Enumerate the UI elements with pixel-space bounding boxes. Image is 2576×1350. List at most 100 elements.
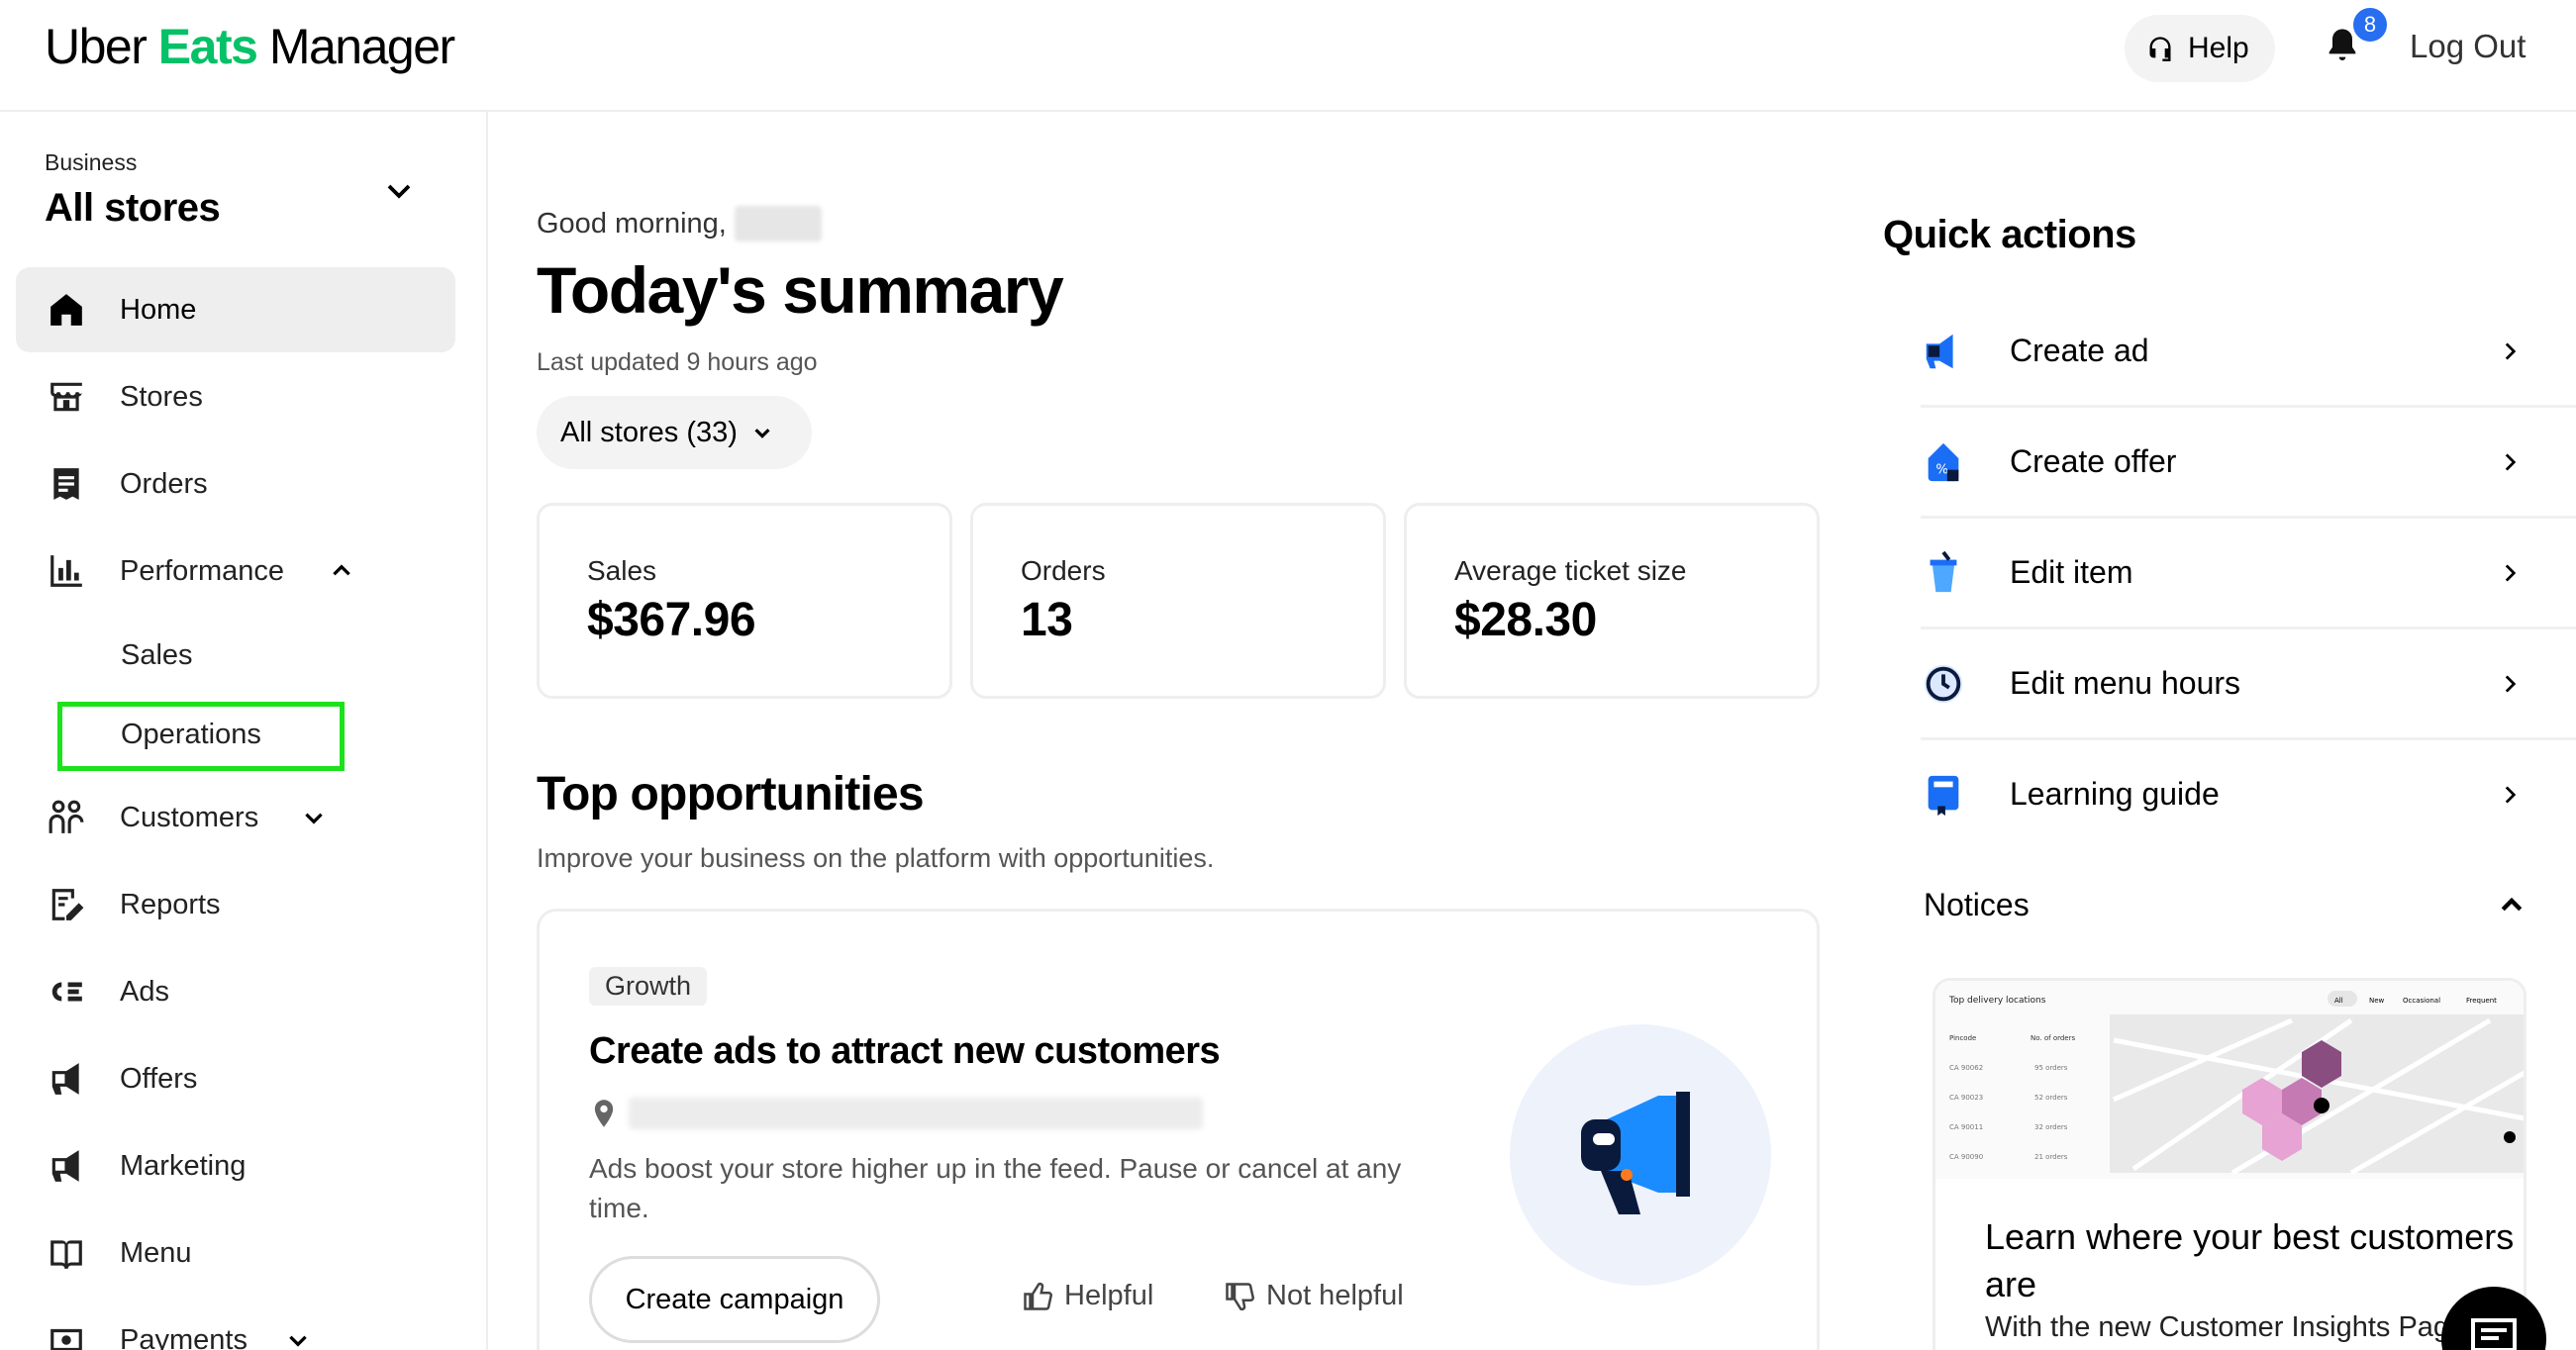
bar-chart-icon — [50, 555, 82, 587]
last-updated-text: Last updated 9 hours ago — [537, 348, 818, 376]
logout-link[interactable]: Log Out — [2410, 28, 2526, 65]
logo-uber-text: Uber — [45, 19, 148, 74]
megaphone-illustration — [1510, 1024, 1771, 1286]
map-tab-occasional: Occasional — [2403, 997, 2440, 1005]
svg-text:%: % — [1935, 463, 1948, 478]
greeting-text: Good morning, — [537, 208, 727, 240]
avg-ticket-summary-card[interactable]: Average ticket size $28.30 — [1404, 503, 1820, 699]
chevron-right-icon — [2505, 786, 2517, 804]
thumbs-down-icon — [1226, 1282, 1254, 1310]
logo-manager-text: Manager — [268, 19, 455, 74]
not-helpful-button[interactable]: Not helpful — [1225, 1280, 1404, 1312]
marketing-icon — [51, 1150, 79, 1182]
sidebar-item-offers[interactable]: Offers — [16, 1036, 455, 1121]
notices-title: Notices — [1924, 887, 2030, 922]
location-pin-icon — [594, 1100, 614, 1127]
chevron-right-icon — [2505, 675, 2517, 693]
notification-badge: 8 — [2350, 5, 2390, 45]
map-tab-all: All — [2334, 997, 2343, 1005]
helpful-button[interactable]: Helpful — [1023, 1280, 1153, 1312]
top-opportunities-title: Top opportunities — [537, 768, 925, 820]
chevron-down-icon — [289, 1335, 307, 1347]
card-label: Orders — [1021, 555, 1106, 586]
book-icon — [50, 1240, 82, 1269]
map-row-orders: 52 orders — [2034, 1094, 2068, 1102]
sales-summary-card[interactable]: Sales $367.96 — [537, 503, 952, 699]
clock-icon — [1924, 664, 1963, 704]
quick-action-create-offer[interactable]: % Create offer — [1921, 408, 2576, 519]
map-header-text: Top delivery locations — [1948, 996, 2046, 1006]
sidebar-item-performance[interactable]: Performance — [16, 529, 455, 614]
quick-action-learning-guide[interactable]: Learning guide — [1921, 740, 2576, 851]
map-tab-frequent: Frequent — [2466, 997, 2497, 1005]
sidebar-item-orders[interactable]: Orders — [16, 441, 455, 527]
map-row-orders: 95 orders — [2034, 1064, 2068, 1072]
sidebar-item-menu[interactable]: Menu — [16, 1210, 455, 1296]
headset-icon — [2149, 37, 2171, 61]
chevron-down-icon — [754, 429, 770, 438]
help-button[interactable]: Help — [2125, 15, 2275, 82]
map-row-pin: CA 90011 — [1949, 1123, 1983, 1131]
page-title: Today's summary — [537, 253, 1064, 327]
notice-card-customer-insights[interactable]: Top delivery locations All New Occasiona… — [1932, 978, 2526, 1350]
map-col-orders: No. of orders — [2031, 1034, 2075, 1042]
card-label: Sales — [587, 555, 657, 586]
sidebar-subitem-sales[interactable]: Sales — [121, 639, 193, 672]
map-row-pin: CA 90062 — [1949, 1064, 1983, 1072]
map-col-pincode: Pincode — [1949, 1034, 1976, 1042]
chevron-down-icon[interactable] — [384, 176, 414, 206]
chevron-right-icon — [2505, 342, 2517, 360]
help-label: Help — [2188, 32, 2249, 64]
map-tab-new: New — [2369, 997, 2385, 1005]
quick-action-edit-menu-hours[interactable]: Edit menu hours — [1921, 629, 2576, 740]
store-icon — [50, 382, 82, 412]
chevron-up-icon[interactable] — [2497, 891, 2526, 920]
orders-summary-card[interactable]: Orders 13 — [970, 503, 1386, 699]
chat-icon — [2471, 1318, 2517, 1350]
megaphone-icon — [1581, 1092, 1690, 1214]
chevron-up-icon — [333, 564, 350, 576]
delivery-locations-map-preview: Top delivery locations All New Occasiona… — [1935, 981, 2524, 1179]
opportunity-title: Create ads to attract new customers — [589, 1030, 1221, 1072]
store-filter-dropdown[interactable]: All stores (33) — [537, 396, 812, 469]
business-name[interactable]: All stores — [45, 186, 221, 231]
offer-tag-icon: % — [1928, 442, 1959, 482]
drink-cup-icon — [1930, 550, 1957, 593]
sidebar-item-home[interactable]: Home — [16, 267, 455, 352]
top-opportunities-subtitle: Improve your business on the platform wi… — [537, 843, 1215, 873]
logo-eats-text: Eats — [157, 19, 258, 74]
create-campaign-button[interactable]: Create campaign — [589, 1256, 880, 1343]
chevron-down-icon — [305, 813, 323, 824]
quick-actions-title: Quick actions — [1883, 213, 2136, 256]
map-row-pin: CA 90090 — [1949, 1153, 1983, 1161]
ads-icon — [51, 982, 82, 1002]
payments-icon — [50, 1328, 82, 1350]
megaphone-icon — [51, 1063, 79, 1095]
guide-book-icon — [1928, 775, 1959, 817]
uber-eats-manager-logo[interactable]: Uber Eats Manager — [45, 18, 455, 75]
chevron-right-icon — [2505, 564, 2517, 582]
card-value: 13 — [1021, 594, 1073, 646]
home-icon — [50, 294, 82, 326]
card-label: Average ticket size — [1454, 555, 1687, 586]
people-icon — [49, 800, 84, 833]
sidebar-item-reports[interactable]: Reports — [16, 862, 455, 947]
sidebar-item-ads[interactable]: Ads — [16, 949, 455, 1034]
card-value: $28.30 — [1454, 594, 1597, 646]
notice-subtitle: With the new Customer Insights Pag — [1985, 1311, 2450, 1343]
sidebar-item-marketing[interactable]: Marketing — [16, 1123, 455, 1208]
megaphone-icon — [1926, 334, 1953, 369]
map-row-orders: 32 orders — [2034, 1123, 2068, 1131]
map-row-pin: CA 90023 — [1949, 1094, 1983, 1102]
sidebar: Business All stores Home Stores Orders P… — [0, 112, 488, 1350]
redacted-user-name — [735, 206, 822, 241]
growth-tag: Growth — [589, 967, 708, 1006]
sidebar-item-customers[interactable]: Customers — [16, 775, 455, 860]
quick-action-edit-item[interactable]: Edit item — [1921, 519, 2576, 629]
business-label: Business — [45, 149, 138, 175]
quick-action-create-ad[interactable]: Create ad — [1921, 297, 2576, 408]
chat-support-button[interactable] — [2441, 1287, 2546, 1350]
sidebar-item-payments[interactable]: Payments — [16, 1298, 455, 1350]
top-header: Uber Eats Manager Help 8 Log Out — [0, 0, 2576, 112]
sidebar-item-stores[interactable]: Stores — [16, 354, 455, 439]
